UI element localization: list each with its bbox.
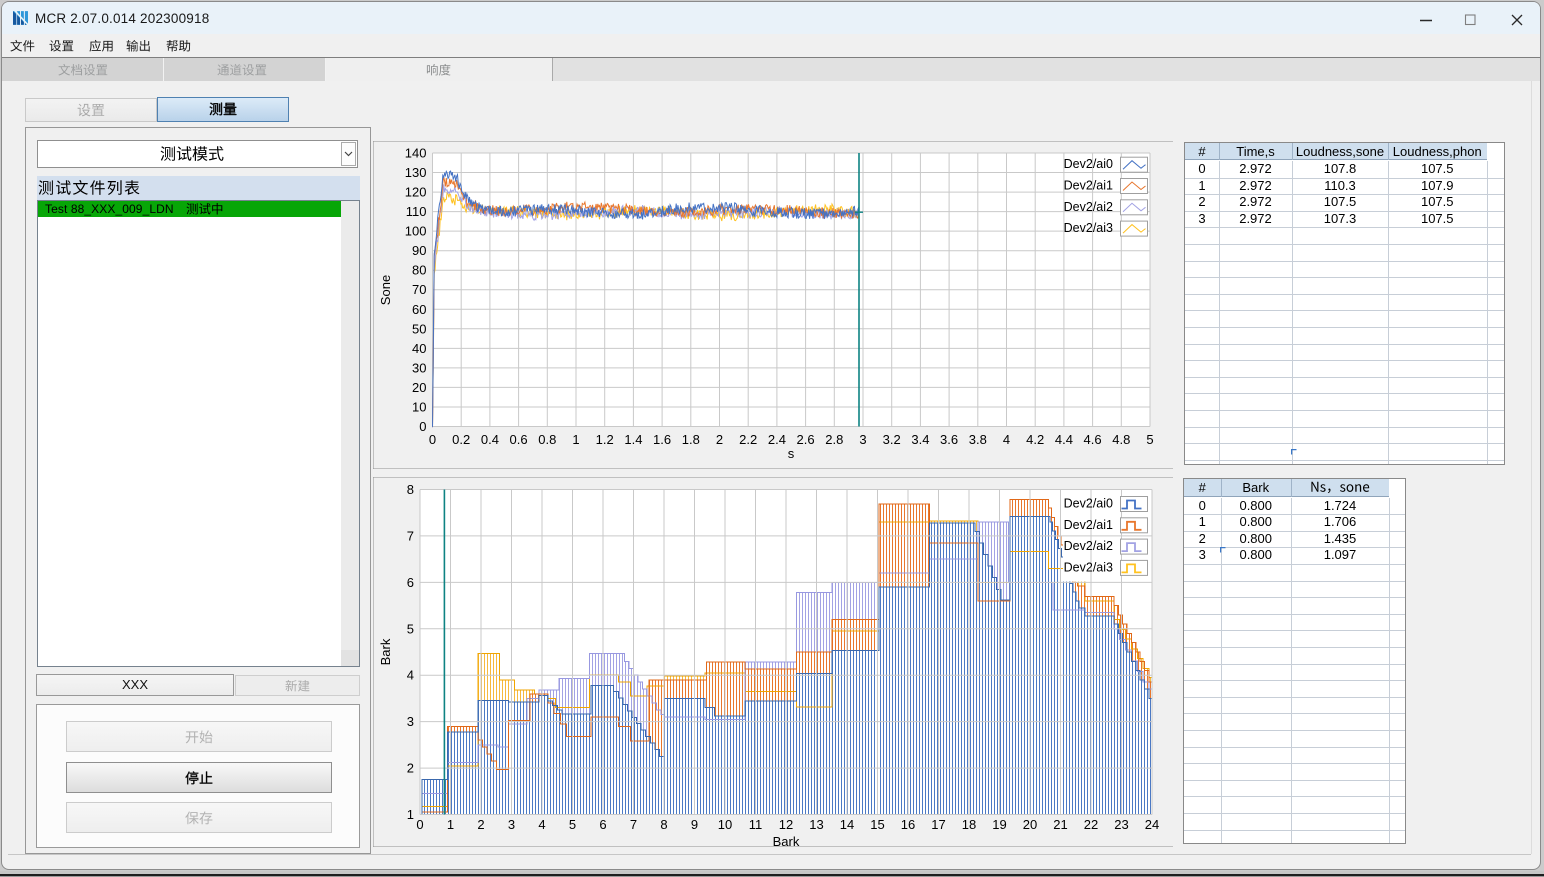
svg-text:Dev2/ai0: Dev2/ai0 — [1063, 157, 1112, 171]
svg-text:2.2: 2.2 — [739, 432, 757, 447]
svg-text:18: 18 — [961, 817, 975, 832]
svg-text:70: 70 — [412, 282, 426, 297]
svg-text:1: 1 — [446, 817, 453, 832]
svg-text:Sone: Sone — [378, 275, 393, 305]
svg-text:130: 130 — [404, 165, 426, 180]
svg-text:1.6: 1.6 — [653, 432, 671, 447]
svg-text:0: 0 — [428, 432, 435, 447]
svg-text:1: 1 — [572, 432, 579, 447]
svg-text:2: 2 — [477, 817, 484, 832]
svg-text:30: 30 — [412, 360, 426, 375]
svg-text:5: 5 — [1146, 432, 1153, 447]
svg-text:20: 20 — [1022, 817, 1036, 832]
svg-text:14: 14 — [839, 817, 853, 832]
svg-text:40: 40 — [412, 341, 426, 356]
svg-text:1.8: 1.8 — [681, 432, 699, 447]
svg-text:13: 13 — [809, 817, 823, 832]
svg-text:2.4: 2.4 — [767, 432, 785, 447]
svg-text:Dev2/ai0: Dev2/ai0 — [1063, 497, 1112, 511]
svg-text:0.4: 0.4 — [480, 432, 498, 447]
svg-text:Dev2/ai3: Dev2/ai3 — [1063, 221, 1112, 235]
svg-text:Bark: Bark — [772, 834, 799, 847]
svg-text:60: 60 — [412, 302, 426, 317]
svg-text:4: 4 — [406, 668, 413, 683]
svg-text:2.6: 2.6 — [796, 432, 814, 447]
svg-text:3.6: 3.6 — [940, 432, 958, 447]
svg-text:22: 22 — [1083, 817, 1097, 832]
svg-text:2: 2 — [715, 432, 722, 447]
svg-text:50: 50 — [412, 321, 426, 336]
svg-text:1.4: 1.4 — [624, 432, 642, 447]
svg-text:Bark: Bark — [378, 638, 393, 665]
svg-text:6: 6 — [406, 575, 413, 590]
svg-text:10: 10 — [717, 817, 731, 832]
svg-text:110: 110 — [405, 204, 426, 219]
svg-text:6: 6 — [599, 817, 606, 832]
svg-text:100: 100 — [404, 224, 426, 239]
svg-text:Dev2/ai3: Dev2/ai3 — [1063, 560, 1112, 574]
svg-text:4: 4 — [538, 817, 545, 832]
svg-text:16: 16 — [900, 817, 914, 832]
svg-text:5: 5 — [568, 817, 575, 832]
svg-text:80: 80 — [412, 263, 426, 278]
svg-text:4: 4 — [1002, 432, 1009, 447]
svg-text:Dev2/ai2: Dev2/ai2 — [1063, 200, 1112, 214]
svg-text:8: 8 — [660, 817, 667, 832]
svg-text:4.2: 4.2 — [1026, 432, 1044, 447]
svg-text:10: 10 — [412, 400, 426, 415]
svg-text:90: 90 — [412, 243, 426, 258]
svg-text:120: 120 — [404, 185, 426, 200]
svg-text:Dev2/ai1: Dev2/ai1 — [1063, 179, 1112, 193]
svg-text:15: 15 — [870, 817, 884, 832]
svg-text:19: 19 — [992, 817, 1006, 832]
svg-text:17: 17 — [931, 817, 945, 832]
svg-text:4.8: 4.8 — [1112, 432, 1130, 447]
svg-text:0.8: 0.8 — [538, 432, 556, 447]
svg-text:s: s — [787, 446, 794, 461]
svg-text:0.6: 0.6 — [509, 432, 527, 447]
svg-text:0: 0 — [419, 419, 426, 434]
svg-text:5: 5 — [406, 621, 413, 636]
svg-text:Dev2/ai2: Dev2/ai2 — [1063, 539, 1112, 553]
svg-text:8: 8 — [406, 482, 413, 497]
svg-text:24: 24 — [1144, 817, 1158, 832]
svg-text:Dev2/ai1: Dev2/ai1 — [1063, 518, 1112, 532]
svg-text:7: 7 — [406, 528, 413, 543]
svg-text:4.4: 4.4 — [1054, 432, 1072, 447]
svg-text:20: 20 — [412, 380, 426, 395]
svg-text:1: 1 — [406, 807, 413, 822]
svg-text:0: 0 — [416, 817, 423, 832]
svg-text:7: 7 — [629, 817, 636, 832]
svg-text:3: 3 — [507, 817, 514, 832]
svg-text:3.8: 3.8 — [968, 432, 986, 447]
svg-text:0.2: 0.2 — [452, 432, 470, 447]
svg-text:3.2: 3.2 — [882, 432, 900, 447]
svg-text:2.8: 2.8 — [825, 432, 843, 447]
svg-text:3: 3 — [859, 432, 866, 447]
svg-text:140: 140 — [404, 146, 426, 161]
svg-text:11: 11 — [748, 817, 762, 832]
svg-text:21: 21 — [1053, 817, 1067, 832]
svg-text:9: 9 — [690, 817, 697, 832]
svg-text:23: 23 — [1114, 817, 1128, 832]
svg-text:4.6: 4.6 — [1083, 432, 1101, 447]
svg-text:3.4: 3.4 — [911, 432, 929, 447]
svg-text:3: 3 — [406, 714, 413, 729]
svg-text:1.2: 1.2 — [595, 432, 613, 447]
svg-text:2: 2 — [406, 761, 413, 776]
svg-text:12: 12 — [778, 817, 792, 832]
